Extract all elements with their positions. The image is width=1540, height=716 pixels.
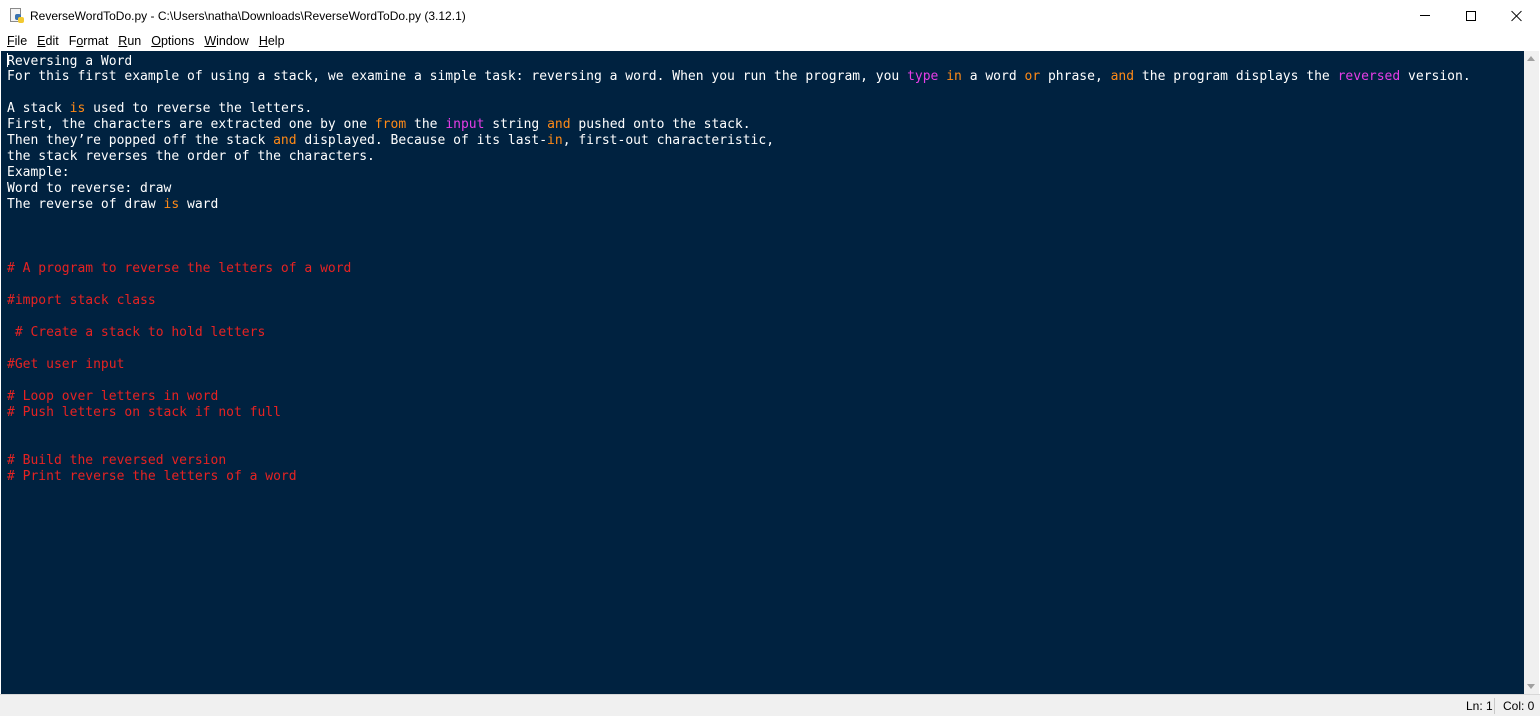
code-line: # Push letters on stack if not full <box>7 405 1471 421</box>
code-token: version. <box>1400 69 1471 84</box>
column-indicator: Col: 0 <box>1503 699 1535 713</box>
title-bar: ReverseWordToDo.py - C:\Users\natha\Down… <box>0 0 1540 31</box>
code-comment: #import stack class <box>7 293 156 308</box>
menu-format[interactable]: Format <box>64 31 114 51</box>
code-token: phrase, <box>1040 69 1111 84</box>
code-token: A stack <box>7 101 70 116</box>
code-keyword: from <box>374 117 407 132</box>
python-file-icon <box>9 7 25 24</box>
code-line: #import stack class <box>7 293 1471 309</box>
code-line: Example: <box>7 165 1471 181</box>
menu-bar: File Edit Format Run Options Window Help <box>0 31 1540 51</box>
code-comment: # Build the reversed version <box>7 453 227 468</box>
code-line: # Create a stack to hold letters <box>7 325 1471 341</box>
code-token: First, the characters are extracted one … <box>7 117 375 132</box>
code-line: First, the characters are extracted one … <box>7 117 1471 133</box>
code-token: displayed. Because of its last- <box>296 133 548 148</box>
code-keyword: in <box>946 69 962 84</box>
code-token: For this first example of using a stack,… <box>7 69 908 84</box>
code-line: For this first example of using a stack,… <box>7 69 1471 85</box>
code-token: a word <box>961 69 1025 84</box>
code-token: the <box>406 117 446 132</box>
menu-file[interactable]: File <box>2 31 32 51</box>
code-token: ward <box>179 197 219 212</box>
close-icon <box>1511 10 1523 22</box>
code-line: # A program to reverse the letters of a … <box>7 261 1471 277</box>
code-comment: #Get user input <box>7 357 125 372</box>
code-token: Reversing a Word <box>7 54 133 69</box>
code-comment: # Print reverse the letters of a word <box>7 469 297 484</box>
menu-window[interactable]: Window <box>199 31 253 51</box>
status-bar: Ln: 1 Col: 0 <box>0 694 1540 716</box>
minimize-icon <box>1420 15 1430 16</box>
window-title: ReverseWordToDo.py - C:\Users\natha\Down… <box>30 8 466 23</box>
close-button[interactable] <box>1494 0 1540 31</box>
code-comment: # Loop over letters in word <box>7 389 219 404</box>
code-token: string <box>484 117 548 132</box>
window-controls <box>1402 0 1540 31</box>
maximize-icon <box>1466 10 1476 21</box>
code-keyword: and <box>547 117 571 132</box>
code-token: Then they’re popped off the stack <box>7 133 274 148</box>
code-token: the program displays the <box>1134 69 1338 84</box>
code-builtin: type <box>907 69 939 84</box>
code-builtin: input <box>445 117 485 132</box>
code-keyword: in <box>547 133 563 148</box>
code-comment: # Push letters on stack if not full <box>7 405 281 420</box>
code-line: # Loop over letters in word <box>7 389 1471 405</box>
code-comment: # A program to reverse the letters of a … <box>7 261 352 276</box>
code-token: the stack reverses the order of the char… <box>7 149 375 164</box>
vertical-scrollbar[interactable] <box>1524 51 1539 694</box>
code-token: Example: <box>7 165 70 180</box>
maximize-button[interactable] <box>1448 0 1494 31</box>
code-token: The reverse of draw <box>7 197 164 212</box>
code-line: Then they’re popped off the stack and di… <box>7 133 1471 149</box>
code-line: # Build the reversed version <box>7 453 1471 469</box>
code-builtin: reversed <box>1337 69 1401 84</box>
menu-options[interactable]: Options <box>146 31 199 51</box>
code-token: pushed onto the stack. <box>570 117 751 132</box>
code-text[interactable]: Reversing a Word For this first example o… <box>7 53 1471 485</box>
code-comment: # Create a stack to hold letters <box>7 325 266 340</box>
menu-help[interactable]: Help <box>254 31 290 51</box>
code-line: A stack is used to reverse the letters. <box>7 101 1471 117</box>
code-line: Word to reverse: draw <box>7 181 1471 197</box>
code-token: Word to reverse: draw <box>7 181 172 196</box>
code-keyword: is <box>163 197 180 212</box>
status-divider <box>1494 698 1495 714</box>
minimize-button[interactable] <box>1402 0 1448 31</box>
code-line: # Print reverse the letters of a word <box>7 469 1471 485</box>
code-line: the stack reverses the order of the char… <box>7 149 1471 165</box>
code-token: used to reverse the letters. <box>85 101 313 116</box>
code-keyword: is <box>69 101 86 116</box>
code-keyword: or <box>1024 69 1041 84</box>
code-line: The reverse of draw is ward <box>7 197 1471 213</box>
code-keyword: and <box>1110 69 1135 84</box>
code-line: Reversing a Word <box>7 53 1471 69</box>
scroll-up-icon[interactable] <box>1527 56 1535 61</box>
code-line: #Get user input <box>7 357 1471 373</box>
line-indicator: Ln: 1 <box>1466 699 1493 713</box>
code-editor[interactable]: Reversing a Word For this first example o… <box>1 51 1524 694</box>
menu-edit[interactable]: Edit <box>32 31 64 51</box>
code-keyword: and <box>273 133 297 148</box>
code-token: , first-out characteristic, <box>562 133 775 148</box>
scroll-down-icon[interactable] <box>1527 684 1535 689</box>
menu-run[interactable]: Run <box>113 31 146 51</box>
